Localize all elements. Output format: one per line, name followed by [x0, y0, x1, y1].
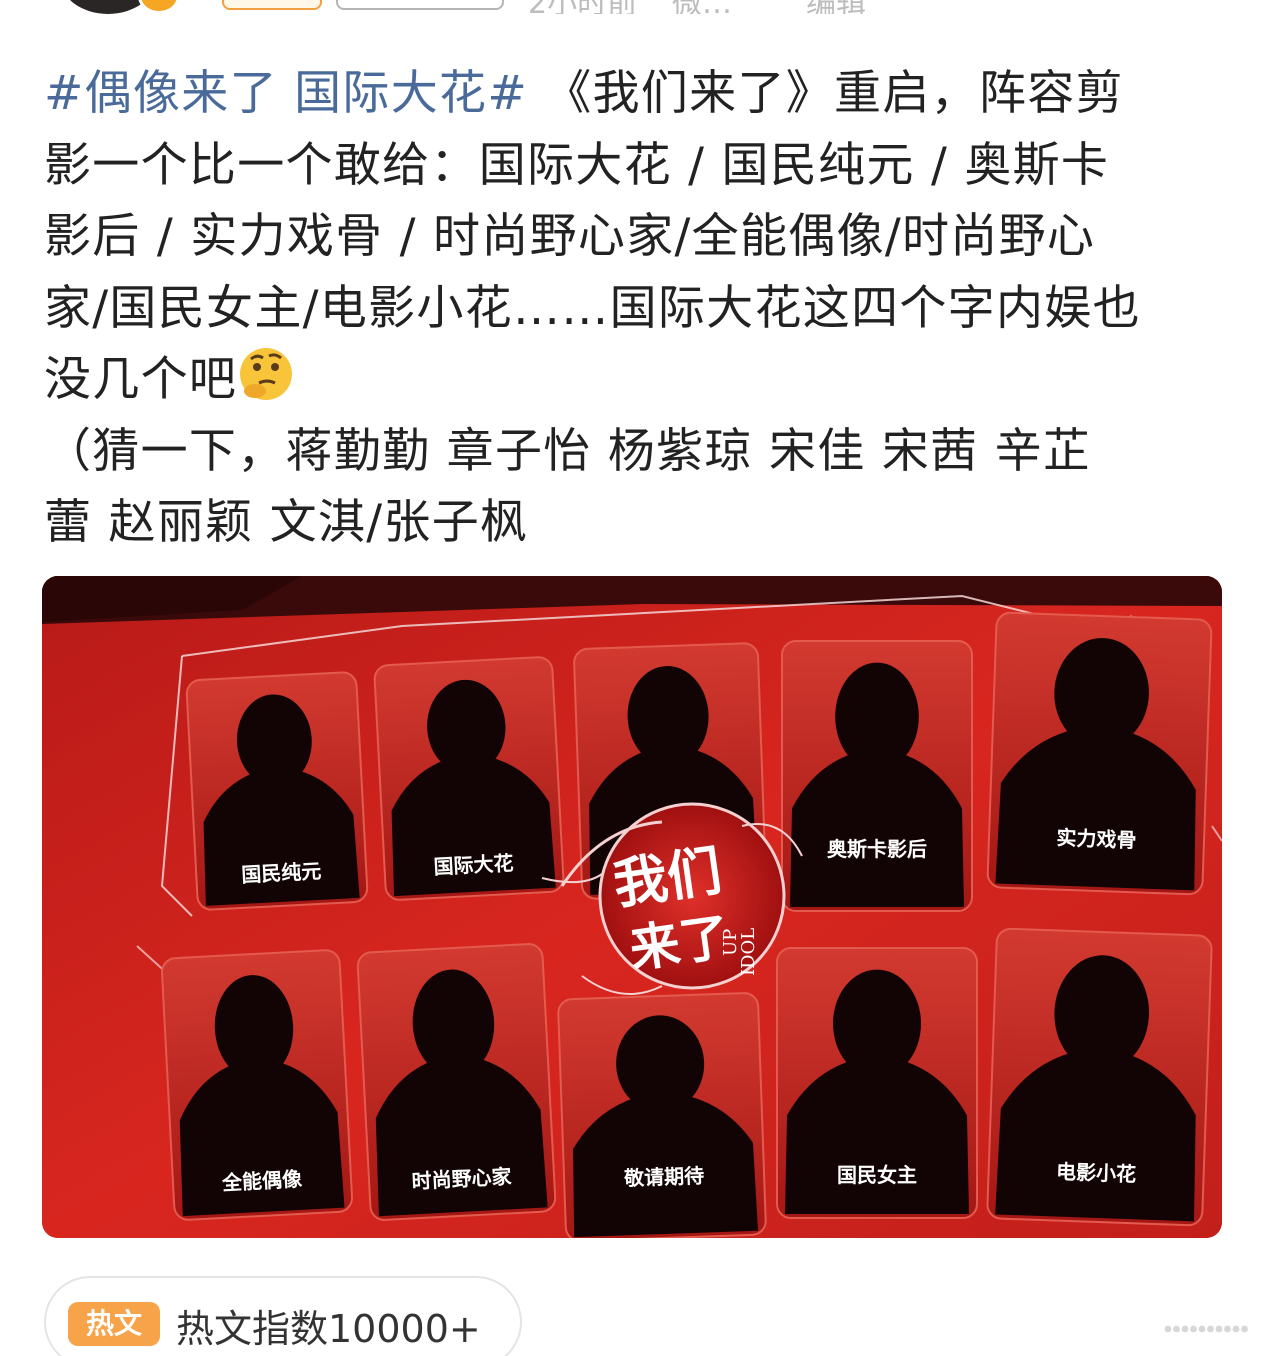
more-dot [1232, 1325, 1240, 1333]
logo-en-2: IDOL [738, 928, 759, 976]
verified-badge-icon [138, 0, 180, 14]
post-line-3: 影后 / 实力戏骨 / 时尚野心家/全能偶像/时尚野心 [44, 209, 1096, 264]
post-line-4: 家/国民女主/电影小花……国际大花这四个字内娱也 [44, 280, 1141, 336]
post-line-6: （猜一下，蒋勤勤 章子怡 杨紫琼 宋佳 宋茜 辛芷 [44, 423, 1092, 479]
post-header: 2小时前 微… 编辑 [0, 0, 1264, 14]
post-line-5: 没几个吧 [44, 344, 1224, 416]
hot-index-pill[interactable]: 热文 热文指数10000+ [44, 1276, 522, 1356]
post-time: 2小时前 [528, 0, 637, 14]
slot-label: 全能偶像 [220, 1167, 303, 1195]
thinking-face-emoji-icon [240, 348, 293, 400]
slot-label: 奥斯卡影后 [827, 837, 927, 861]
lineup-slot: 国际大花 [373, 656, 565, 901]
lineup-slot: 电影小花 [986, 927, 1213, 1227]
post-source: 微… [672, 0, 732, 14]
more-dot [1173, 1325, 1180, 1333]
user-tag-badge [336, 0, 504, 10]
lineup-slot: 敬请期待 [557, 992, 767, 1238]
lineup-slot: 国民纯元 [185, 671, 369, 911]
lineup-poster: 国民纯元 国际大花奥斯卡影后 实力戏骨全能偶像 时尚野心家 敬请期待 国民女主 电影小花 我… [42, 576, 1222, 1238]
more-dot [1224, 1325, 1231, 1333]
edit-indicator[interactable]: 编辑 [806, 0, 866, 14]
post-line-1: #偶像来了 国际大花# 《我们来了》重启，阵容剪 [44, 66, 1124, 121]
more-dot [1198, 1325, 1206, 1333]
lineup-slot: 实力戏骨 [986, 611, 1213, 896]
slot-label: 国民纯元 [241, 859, 322, 887]
lineup-slot: 国民女主 [776, 947, 978, 1219]
more-dot [1215, 1325, 1223, 1333]
slot-label: 敬请期待 [623, 1164, 705, 1191]
lineup-slot: 奥斯卡影后 [781, 640, 973, 912]
more-dot [1190, 1325, 1197, 1333]
slot-label: 国际大花 [433, 851, 514, 879]
more-options-icon[interactable] [1162, 1318, 1252, 1340]
lineup-slot: 全能偶像 [160, 949, 354, 1221]
hot-tag-badge: 热文 [68, 1302, 160, 1346]
post-image[interactable]: 国民纯元 国际大花 奥斯卡影后 实力戏骨 全能偶像 时尚野心家 敬请期待 国民女主 电影小花 我… [42, 576, 1222, 1238]
level-badge [222, 0, 322, 10]
more-dot [1241, 1325, 1248, 1333]
post-line-7: 蕾 赵丽颖 文淇/张子枫 [44, 495, 529, 550]
post-text: #偶像来了 国际大花# 《我们来了》重启，阵容剪 影一个比一个敢给：国际大花 /… [44, 58, 1224, 559]
hashtag-link[interactable]: #偶像来了 国际大花# [44, 66, 528, 121]
lineup-slot: 时尚野心家 [356, 943, 557, 1221]
more-dot [1181, 1325, 1189, 1333]
hot-index-text: 热文指数10000+ [176, 1307, 481, 1351]
more-dot [1164, 1325, 1172, 1333]
more-dot [1207, 1325, 1214, 1333]
post-line-2: 影一个比一个敢给：国际大花 / 国民纯元 / 奥斯卡 [44, 137, 1110, 193]
slot-label: 国民女主 [837, 1163, 917, 1187]
slot-label: 实力戏骨 [1056, 826, 1137, 853]
slot-label: 电影小花 [1056, 1160, 1137, 1187]
